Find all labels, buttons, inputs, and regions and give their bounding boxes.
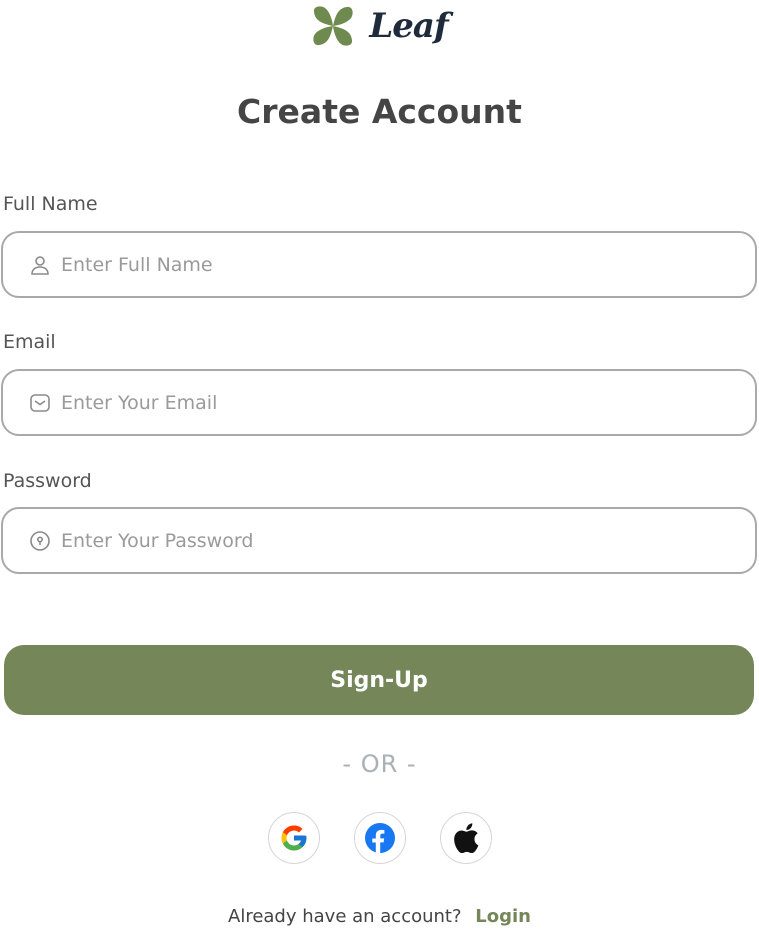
apple-login-button[interactable] <box>439 812 492 864</box>
full-name-label: Full Name <box>3 193 98 215</box>
email-label: Email <box>3 331 56 353</box>
password-label: Password <box>3 470 92 492</box>
apple-icon <box>453 823 478 853</box>
login-link[interactable]: Login <box>475 906 531 927</box>
brand-name: Leaf <box>369 6 448 46</box>
full-name-input[interactable] <box>61 233 755 296</box>
email-input[interactable] <box>61 371 755 434</box>
login-prompt: Already have an account? Login <box>0 906 759 927</box>
mail-icon <box>29 392 51 414</box>
google-icon <box>281 825 306 851</box>
facebook-login-button[interactable] <box>353 812 406 864</box>
social-login-group <box>0 812 759 864</box>
google-login-button[interactable] <box>267 812 320 864</box>
or-divider: - OR - <box>342 750 417 778</box>
facebook-icon <box>364 823 395 854</box>
brand-logo: Leaf <box>0 4 759 48</box>
user-icon <box>29 254 51 276</box>
password-field-wrapper[interactable] <box>1 507 757 574</box>
page-title: Create Account <box>237 92 522 131</box>
email-field-wrapper[interactable] <box>1 369 757 436</box>
login-prompt-text: Already have an account? <box>228 906 462 927</box>
leaf-logo-icon <box>313 6 354 46</box>
full-name-field-wrapper[interactable] <box>1 231 757 298</box>
lock-icon <box>29 530 51 552</box>
password-input[interactable] <box>61 509 755 572</box>
signup-page: Leaf Create Account Full Name Email Pass… <box>0 0 759 932</box>
signup-button[interactable]: Sign-Up <box>4 645 754 715</box>
